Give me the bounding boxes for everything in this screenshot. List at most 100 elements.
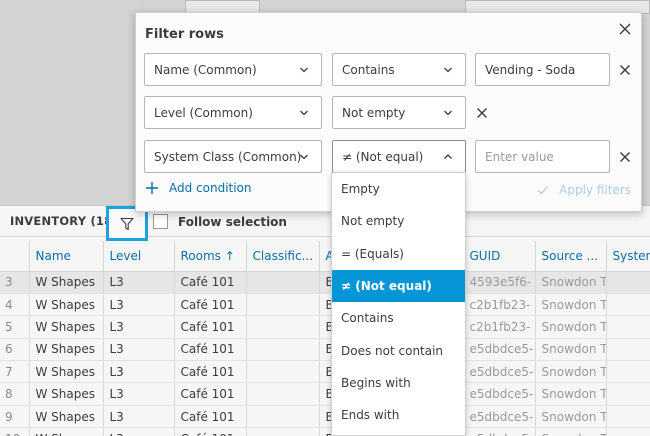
cell-name: W Shapes [29, 315, 104, 339]
cell-classification [246, 382, 320, 406]
chevron-down-icon [300, 154, 308, 160]
cell-name: W Shapes [29, 405, 104, 429]
chevron-down-icon [300, 110, 308, 116]
row-number: 7 [0, 360, 30, 384]
cell-level: L3 [103, 360, 175, 384]
cell-classification [246, 360, 320, 384]
cell-name: W Shapes [29, 338, 104, 362]
filter-property-select-1[interactable]: Name (Common) [144, 53, 322, 86]
cell-source: Snowdon T... [535, 293, 607, 317]
dropdown-option[interactable]: = (Equals) [332, 237, 465, 270]
cell-guid: e5dbdce5- [463, 382, 536, 406]
filter-icon [120, 217, 134, 230]
dropdown-option[interactable]: Empty [332, 173, 465, 206]
cell-rooms: Café 101 [174, 360, 247, 384]
table-row[interactable]: 7W ShapesL3Café 101Be5dbdce5-Snowdon T..… [0, 360, 650, 384]
filter-value-input-1[interactable]: Vending - Soda [475, 53, 610, 86]
cell-classification [246, 427, 320, 436]
apply-filters-button[interactable]: Apply filters [537, 183, 631, 197]
dropdown-option[interactable]: ≠ (Not equal) [332, 269, 465, 303]
inventory-panel: INVENTORY (181) Follow selection Name Le… [0, 205, 650, 436]
cell-classification [246, 405, 320, 429]
row-number-header [0, 241, 30, 272]
table-row[interactable]: 5W ShapesL3Café 101Bc2b1fb23-Snowdon T..… [0, 315, 650, 339]
cell-source: Snowdon T... [535, 271, 607, 294]
table-row[interactable]: 6W ShapesL3Café 101Be5dbdce5-Snowdon T..… [0, 338, 650, 362]
dropdown-option[interactable]: Contains [332, 302, 465, 335]
filter-operator-select-2[interactable]: Not empty [332, 96, 466, 129]
operator-dropdown-list: Empty Not empty = (Equals) ≠ (Not equal) Con… [331, 172, 466, 436]
cell-level: L3 [103, 271, 175, 294]
cell-system [606, 293, 650, 317]
cell-guid: e5dbdce5- [463, 338, 536, 362]
add-condition-button[interactable]: Add condition [145, 181, 252, 195]
cell-classification [246, 338, 320, 362]
cell-system [606, 427, 650, 436]
chevron-down-icon [300, 67, 308, 73]
cell-level: L3 [103, 382, 175, 406]
check-icon [538, 186, 549, 195]
filter-operator-select-1[interactable]: Contains [332, 53, 466, 86]
dropdown-option[interactable]: Begins with [332, 366, 465, 400]
follow-selection-label: Follow selection [178, 214, 287, 229]
close-icon[interactable] [618, 22, 632, 36]
cell-system [606, 271, 650, 294]
filter-operator-select-3[interactable]: ≠ (Not equal) [332, 140, 466, 173]
cell-rooms: Café 101 [174, 271, 247, 294]
table-header-row: Name Level Rooms ↑ Classific... As GUID … [0, 241, 650, 272]
filter-value-input-3[interactable]: Enter value [475, 140, 610, 173]
remove-condition-1-close-icon[interactable] [618, 63, 632, 77]
filter-value-placeholder-3: Enter value [485, 149, 554, 164]
cell-source: Snowdon T... [535, 338, 607, 362]
row-number: 8 [0, 382, 30, 406]
cell-name: W Shapes [29, 271, 104, 294]
cell-system [606, 360, 650, 384]
remove-condition-3-close-icon[interactable] [618, 150, 632, 164]
table-row[interactable]: 10W ShapesL3Café 101Be5dbdce5-Snowdon T.… [0, 427, 650, 436]
dropdown-option[interactable]: Ends with [332, 399, 465, 432]
dropdown-option[interactable]: Does not contain [332, 334, 465, 367]
cell-source: Snowdon T... [535, 360, 607, 384]
column-header-level[interactable]: Level [103, 241, 175, 272]
filter-operator-value-2: Not empty [342, 105, 406, 120]
column-header-guid[interactable]: GUID [463, 241, 536, 272]
chevron-down-icon [444, 110, 452, 116]
cell-name: W Shapes [29, 382, 104, 406]
filter-operator-value-3: ≠ (Not equal) [342, 149, 424, 164]
cell-classification [246, 315, 320, 339]
filter-property-select-3[interactable]: System Class (Common) [144, 140, 322, 173]
cell-name: W Shapes [29, 427, 104, 436]
cell-name: W Shapes [29, 360, 104, 384]
column-header-source[interactable]: Source ... [535, 241, 607, 272]
row-number: 9 [0, 405, 30, 429]
add-condition-label: Add condition [169, 181, 252, 195]
apply-filters-label: Apply filters [559, 183, 631, 197]
cell-classification [246, 293, 320, 317]
table-row[interactable]: 9W ShapesL3Café 101Be5dbdce5-Snowdon T..… [0, 405, 650, 429]
cell-guid: e5dbdce5- [463, 405, 536, 429]
column-header-name[interactable]: Name [29, 241, 104, 272]
cell-guid: c2b1fb23- [463, 315, 536, 339]
table-row[interactable]: 4W ShapesL3Café 101Bc2b1fb23-Snowdon T..… [0, 293, 650, 317]
remove-condition-2-close-icon[interactable] [475, 106, 489, 120]
follow-selection-checkbox[interactable] [153, 214, 168, 229]
dropdown-option[interactable]: Not empty [332, 205, 465, 238]
cell-rooms: Café 101 [174, 382, 247, 406]
cell-guid: 4593e5f6- [463, 271, 536, 294]
filter-property-select-2[interactable]: Level (Common) [144, 96, 322, 129]
cell-rooms: Café 101 [174, 338, 247, 362]
table-row[interactable]: 3W ShapesL3Café 101B4593e5f6-Snowdon T..… [0, 271, 650, 294]
cell-source: Snowdon T... [535, 405, 607, 429]
cell-source: Snowdon T... [535, 382, 607, 406]
column-header-rooms[interactable]: Rooms ↑ [174, 241, 247, 272]
cell-rooms: Café 101 [174, 293, 247, 317]
column-header-system[interactable]: System [606, 241, 650, 272]
filter-property-value-2: Level (Common) [154, 105, 253, 120]
follow-selection-toggle[interactable]: Follow selection [153, 214, 287, 229]
column-header-classification[interactable]: Classific... [246, 241, 320, 272]
cell-system [606, 382, 650, 406]
table-row[interactable]: 8W ShapesL3Café 101Be5dbdce5-Snowdon T..… [0, 382, 650, 406]
chevron-up-icon [444, 154, 452, 159]
row-number: 10 [0, 427, 30, 436]
filter-value-text-1: Vending - Soda [485, 62, 576, 77]
